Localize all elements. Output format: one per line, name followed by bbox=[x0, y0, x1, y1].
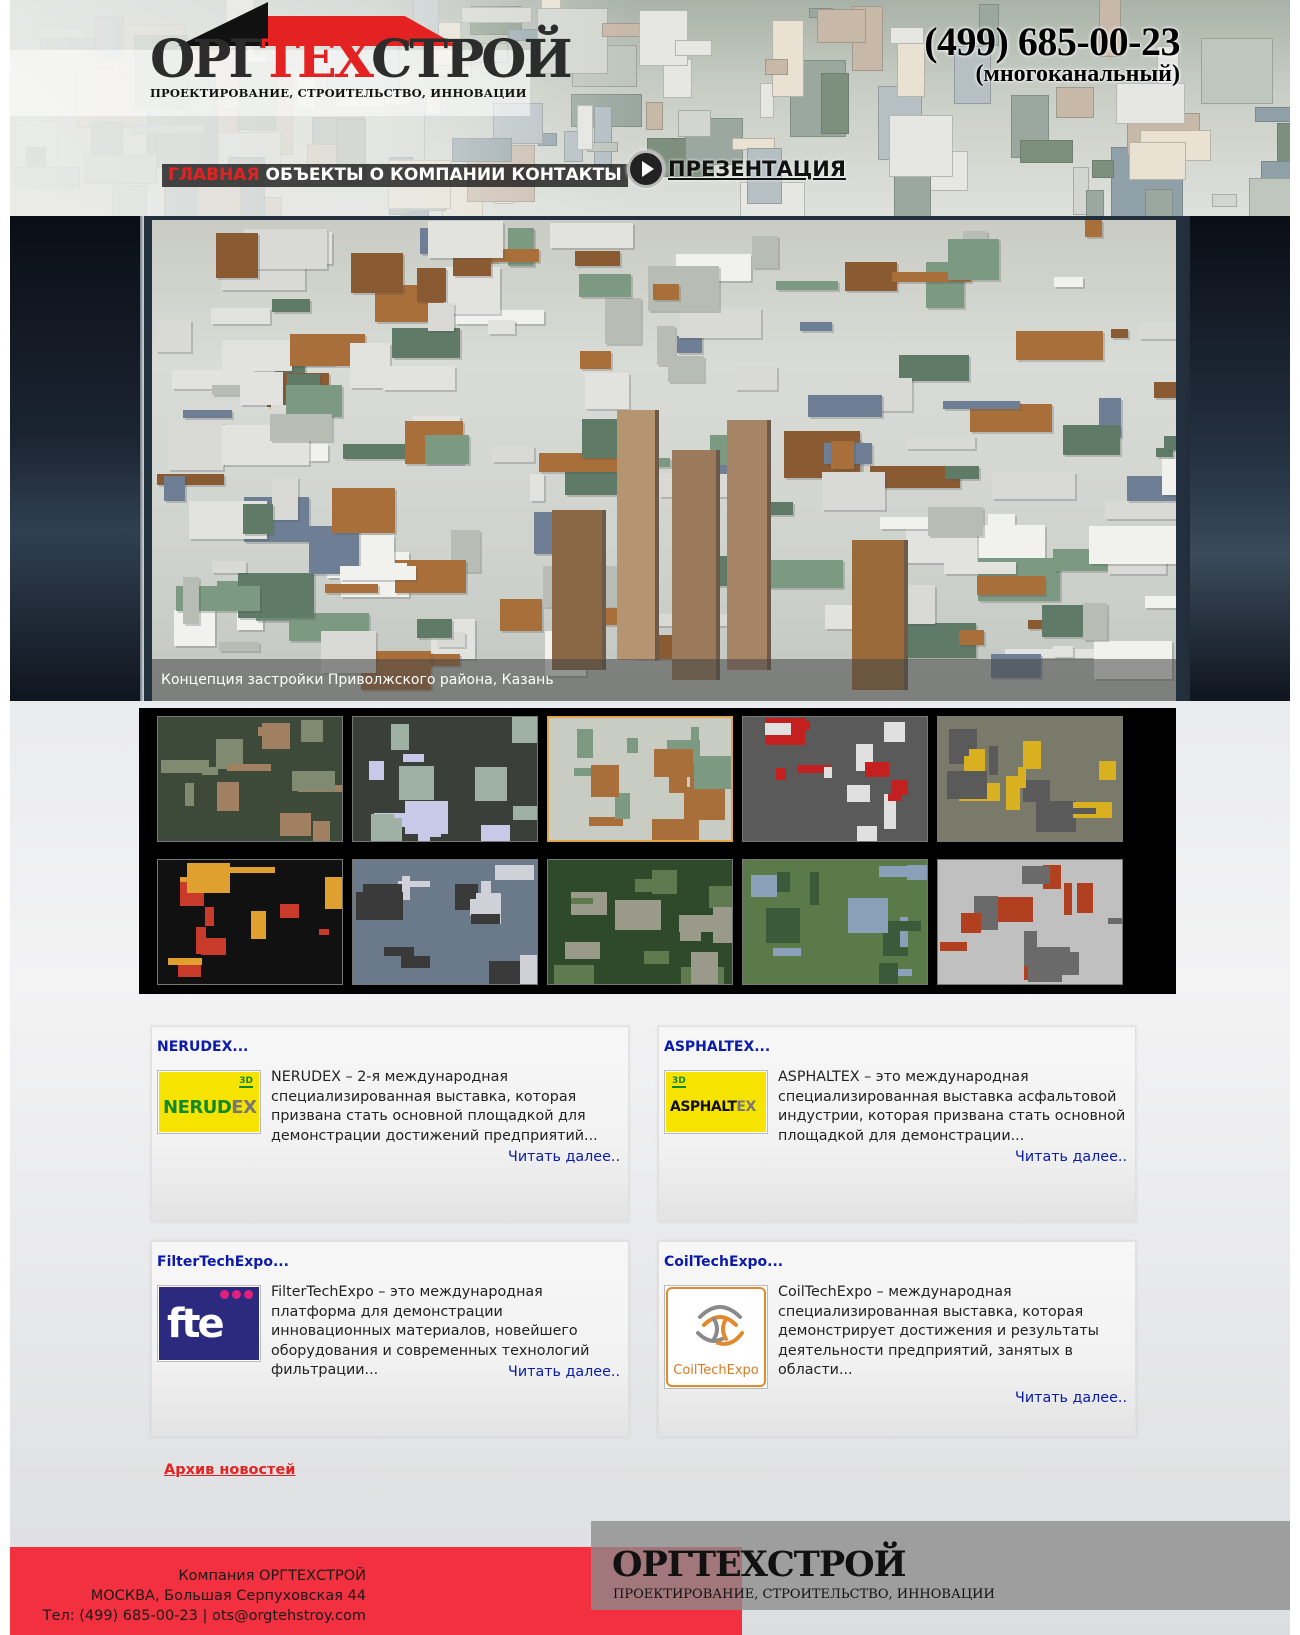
news-excerpt: NERUDEX – 2-я международная специализиро… bbox=[271, 1069, 598, 1144]
page: ОРГТЕХСТРОЙ ПРОЕКТИРОВАНИЕ, СТРОИТЕЛЬСТВ… bbox=[10, 0, 1290, 1635]
news-title-link[interactable]: NERUDEX... bbox=[157, 1039, 248, 1055]
footer-brand: ОРГТЕХСТРОЙ bbox=[612, 1544, 907, 1585]
slider-thumbnail[interactable] bbox=[352, 859, 538, 985]
nav-item-about[interactable]: О КОМПАНИИ bbox=[370, 164, 506, 187]
news-card: NERUDEX... 3D NERUDEX NERUDEX – 2-я между… bbox=[151, 1026, 629, 1222]
coil-icon bbox=[696, 1305, 744, 1346]
slider-thumbnail[interactable] bbox=[937, 716, 1123, 842]
site-logo[interactable]: ОРГТЕХСТРОЙ ПРОЕКТИРОВАНИЕ, СТРОИТЕЛЬСТВ… bbox=[140, 0, 573, 110]
slider-band: Концепция застройки Приволжского района,… bbox=[10, 216, 1290, 701]
news-title-link[interactable]: ASPHALTEX... bbox=[664, 1039, 770, 1055]
nav-item-objects[interactable]: ОБЪЕКТЫ bbox=[266, 164, 364, 187]
site-header: ОРГТЕХСТРОЙ ПРОЕКТИРОВАНИЕ, СТРОИТЕЛЬСТВ… bbox=[10, 0, 1290, 216]
nav-item-home[interactable]: ГЛАВНАЯ bbox=[168, 164, 260, 187]
coiltechexpo-logo-icon[interactable]: CoilTechExpo bbox=[664, 1285, 768, 1389]
news-card: FilterTechExpo... fte FilterTechExpo – э… bbox=[151, 1241, 629, 1437]
main-slider[interactable]: Концепция застройки Приволжского района,… bbox=[144, 216, 1184, 701]
slider-thumbnail[interactable] bbox=[742, 859, 928, 985]
news-archive-link[interactable]: Архив новостей bbox=[164, 1462, 295, 1478]
news-title-link[interactable]: FilterTechExpo... bbox=[157, 1254, 289, 1270]
slider-thumbnail[interactable] bbox=[352, 716, 538, 842]
slide-image[interactable]: Концепция застройки Приволжского района,… bbox=[152, 220, 1176, 701]
logo-title: ОРГТЕХСТРОЙ bbox=[150, 29, 573, 90]
fte-logo-icon[interactable]: fte bbox=[157, 1285, 261, 1362]
slider-thumbnail[interactable] bbox=[742, 716, 928, 842]
footer-company: Компания ОРГТЕХСТРОЙ bbox=[178, 1568, 366, 1584]
read-more-link[interactable]: Читать далее.. bbox=[508, 1364, 620, 1380]
read-more-link[interactable]: Читать далее.. bbox=[1015, 1390, 1127, 1406]
asphaltex-logo-icon[interactable]: 3D ASPHALTEX bbox=[664, 1070, 768, 1134]
news-title-link[interactable]: CoilTechExpo... bbox=[664, 1254, 783, 1270]
slider-backdrop-right bbox=[1190, 216, 1290, 701]
slider-thumbnail[interactable] bbox=[157, 859, 343, 985]
footer-tagline: ПРОЕКТИРОВАНИЕ, СТРОИТЕЛЬСТВО, ИННОВАЦИИ bbox=[613, 1587, 995, 1602]
news-excerpt: CoilTechExpo – международная специализир… bbox=[778, 1284, 1099, 1378]
slider-backdrop-left bbox=[10, 216, 140, 701]
slider-thumbnails bbox=[139, 708, 1176, 994]
logo-tagline: ПРОЕКТИРОВАНИЕ, СТРОИТЕЛЬСТВО, ИННОВАЦИИ bbox=[150, 86, 527, 100]
footer-contacts: Компания ОРГТЕХСТРОЙ МОСКВА, Большая Сер… bbox=[10, 1566, 550, 1626]
phone-number: (499) 685-00-23 bbox=[924, 19, 1180, 64]
footer-phone-email: Тел: (499) 685-00-23 | ots@orgtehstroy.c… bbox=[42, 1608, 366, 1624]
news-card: ASPHALTEX... 3D ASPHALTEX ASPHALTEX – это… bbox=[658, 1026, 1136, 1222]
read-more-link[interactable]: Читать далее.. bbox=[508, 1149, 620, 1165]
presentation-link[interactable]: ПРЕЗЕНТАЦИЯ bbox=[627, 150, 846, 188]
footer-address: МОСКВА, Большая Серпуховская 44 bbox=[90, 1588, 366, 1604]
slider-thumbnail[interactable] bbox=[547, 859, 733, 985]
presentation-label: ПРЕЗЕНТАЦИЯ bbox=[668, 157, 846, 181]
phone-note: (многоканальный) bbox=[975, 61, 1180, 87]
slide-caption: Концепция застройки Приволжского района,… bbox=[152, 659, 1176, 701]
slider-thumbnail[interactable] bbox=[547, 716, 733, 842]
read-more-link[interactable]: Читать далее.. bbox=[1015, 1149, 1127, 1165]
slider-thumbnail[interactable] bbox=[937, 859, 1123, 985]
news-excerpt: ASPHALTEX – это международная специализи… bbox=[778, 1069, 1126, 1144]
nerudex-logo-icon[interactable]: 3D NERUDEX bbox=[157, 1070, 261, 1134]
play-icon bbox=[627, 150, 665, 188]
nav-item-contacts[interactable]: КОНТАКТЫ bbox=[511, 164, 621, 187]
slider-thumbnail[interactable] bbox=[157, 716, 343, 842]
main-nav: ГЛАВНАЯ ОБЪЕКТЫ О КОМПАНИИ КОНТАКТЫ bbox=[162, 164, 628, 187]
header-phone: (499) 685-00-23 (многоканальный) bbox=[924, 19, 1180, 87]
news-card: CoilTechExpo... CoilTechExpo CoilTechExp… bbox=[658, 1241, 1136, 1437]
